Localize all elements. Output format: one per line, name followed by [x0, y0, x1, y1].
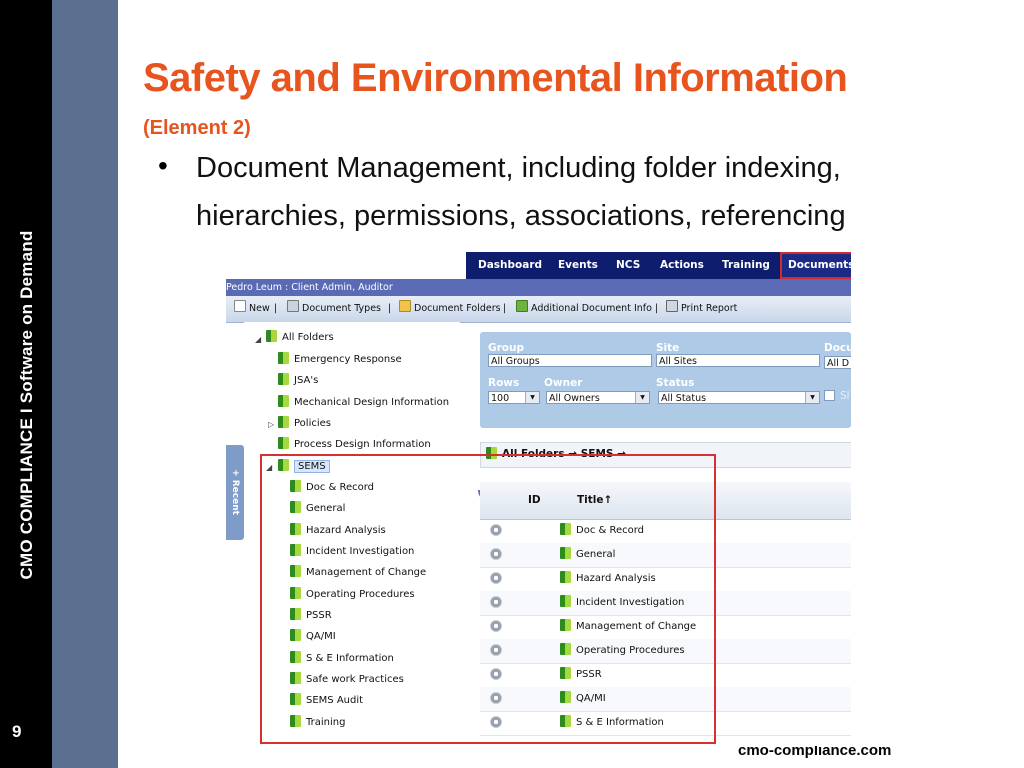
folder-icon	[399, 300, 411, 312]
status-select[interactable]: All Status ▼	[658, 391, 820, 404]
folder-icon	[278, 437, 289, 449]
new-button[interactable]: New	[234, 296, 270, 322]
nav-actions[interactable]: Actions	[660, 252, 704, 279]
filter-checkbox[interactable]	[824, 390, 835, 401]
folder-icon	[278, 395, 289, 407]
filter-panel: Group All Groups Site All Sites Docu All…	[480, 332, 851, 428]
tree-item[interactable]: Mechanical Design Information	[278, 395, 449, 411]
group-field[interactable]: All Groups	[488, 354, 652, 367]
tree-item[interactable]: Policies	[278, 416, 331, 432]
rows-label: Rows	[488, 377, 520, 389]
folder-icon	[266, 330, 277, 342]
owner-select[interactable]: All Owners ▼	[546, 391, 650, 404]
site-label: Site	[656, 342, 680, 354]
nav-training[interactable]: Training	[722, 252, 770, 279]
highlight-box	[260, 454, 716, 744]
toolbar: New | Document Types | Document Folders …	[226, 296, 851, 323]
site-field[interactable]: All Sites	[656, 354, 820, 367]
status-label: Status	[656, 377, 695, 389]
additional-info-icon	[516, 300, 528, 312]
document-label: Docu	[824, 342, 851, 354]
nav-events[interactable]: Events	[558, 252, 598, 279]
group-label: Group	[488, 342, 525, 354]
folder-icon	[278, 373, 289, 385]
bullet-text: Document Management, including folder in…	[196, 152, 846, 232]
document-field[interactable]: All D	[824, 356, 851, 369]
document-types-icon	[287, 300, 299, 312]
owner-label: Owner	[544, 377, 583, 389]
toolbar-sep: |	[655, 303, 659, 314]
printer-icon	[666, 300, 678, 312]
additional-info-button[interactable]: Additional Document Info	[516, 296, 652, 322]
document-types-button[interactable]: Document Types	[287, 296, 381, 322]
new-doc-icon	[234, 300, 246, 312]
slide-number: 9	[12, 722, 22, 741]
nav-documents[interactable]: Documents	[780, 252, 851, 279]
toolbar-sep: |	[274, 303, 278, 314]
expand-triangle-icon[interactable]: ◢	[255, 335, 261, 344]
print-report-button[interactable]: Print Report	[666, 296, 737, 322]
nav-ncs[interactable]: NCS	[616, 252, 640, 279]
user-bar: Pedro Leum : Client Admin, Auditor	[226, 279, 851, 296]
chevron-down-icon: ▼	[635, 392, 649, 403]
slide-title: Safety and Environmental Information	[143, 56, 848, 100]
vertical-brand-text: CMO COMPLIANCE I Software on Demand	[17, 230, 36, 580]
folder-icon	[278, 352, 289, 364]
bullet-dot: •	[158, 150, 168, 181]
main-nav: Dashboard Events NCS Actions Training Do…	[466, 252, 851, 279]
toolbar-sep: |	[388, 303, 392, 314]
chevron-down-icon: ▼	[525, 392, 539, 403]
left-accent-rail	[52, 0, 118, 768]
recent-tab[interactable]: + Recent	[226, 445, 244, 540]
toolbar-sep: |	[503, 303, 507, 314]
app-screenshot: Dashboard Events NCS Actions Training Do…	[226, 252, 851, 746]
chevron-down-icon: ▼	[805, 392, 819, 403]
slide-subtitle: (Element 2)	[143, 117, 251, 139]
checkbox-label: Sl	[840, 390, 850, 402]
rows-select[interactable]: 100 ▼	[488, 391, 540, 404]
collapse-triangle-icon[interactable]: ▷	[268, 420, 274, 429]
folder-icon	[278, 416, 289, 428]
tree-item-all-folders[interactable]: All Folders	[266, 330, 334, 346]
tree-item[interactable]: Process Design Information	[278, 437, 431, 453]
tree-item[interactable]: JSA's	[278, 373, 318, 389]
nav-dashboard[interactable]: Dashboard	[478, 252, 542, 279]
document-folders-button[interactable]: Document Folders	[399, 296, 501, 322]
tree-item[interactable]: Emergency Response	[278, 352, 402, 368]
